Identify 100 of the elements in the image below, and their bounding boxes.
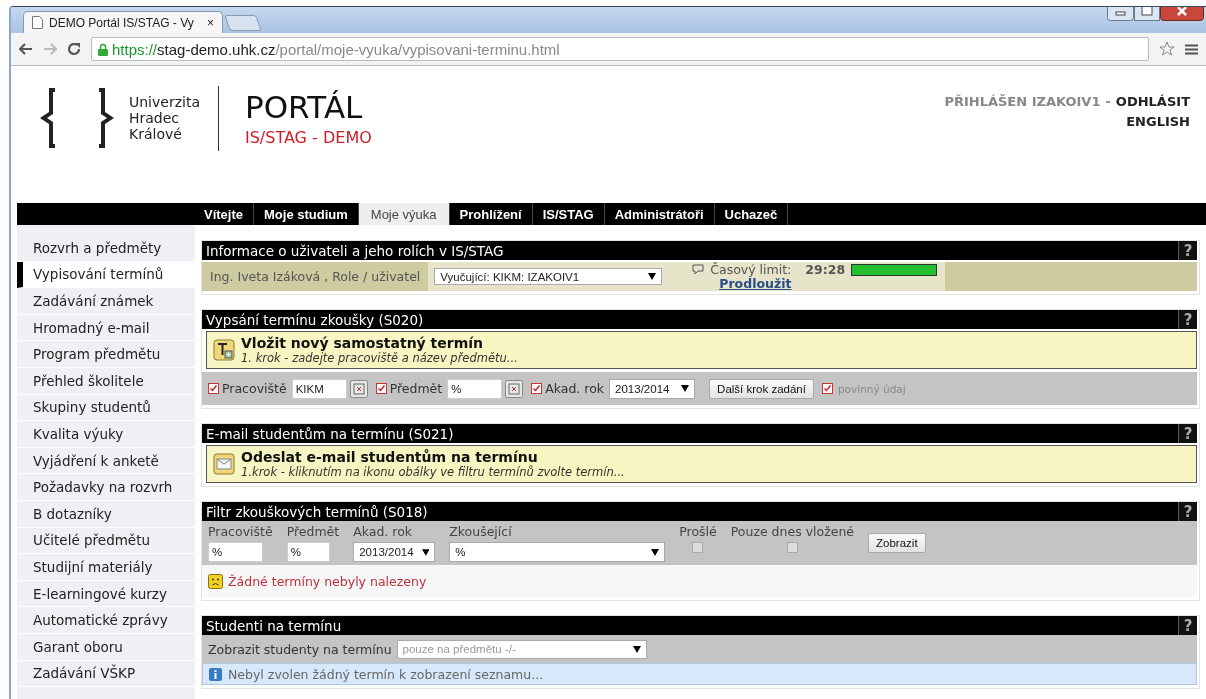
input-field[interactable]: KIKM bbox=[291, 378, 347, 399]
section-title: Vypsání termínu zkoušky (S020) bbox=[206, 311, 424, 328]
minimize-icon[interactable] bbox=[1107, 7, 1134, 21]
column-label: Pracoviště bbox=[208, 524, 273, 539]
help-button[interactable]: ? bbox=[1178, 502, 1197, 521]
sidebar-item[interactable]: Vypisování termínů bbox=[17, 261, 195, 289]
section-title: E-mail studentům na termínu (S021) bbox=[206, 425, 454, 442]
info-message: Nebyl zvolen žádný termín k zobrazení seznamu... bbox=[228, 666, 544, 682]
timer-value: 29:28 bbox=[805, 262, 846, 277]
portal-subtitle: IS/STAG - DEMO bbox=[245, 128, 372, 147]
extend-link[interactable]: Prodloužit bbox=[719, 276, 938, 291]
year-select[interactable]: 2013/2014 bbox=[353, 542, 436, 562]
nav-tab[interactable]: Moje studium bbox=[254, 203, 359, 225]
nav-tab[interactable]: Uchazeč bbox=[714, 203, 789, 225]
column-label: Pouze dnes vložené bbox=[730, 524, 855, 539]
field-label: Akad. rok bbox=[545, 381, 605, 396]
required-legend: povinný údaj bbox=[837, 382, 906, 395]
section-title: Informace o uživateli a jeho rolích v IS/STAG bbox=[206, 242, 504, 259]
close-tab-icon[interactable]: × bbox=[207, 15, 214, 30]
column-label: Akad. rok bbox=[353, 524, 414, 539]
page-icon bbox=[32, 16, 43, 29]
checkbox[interactable] bbox=[375, 383, 387, 394]
caret-icon bbox=[421, 548, 430, 556]
wizard-step: 1. krok - zadejte pracoviště a název předmětu... bbox=[241, 351, 518, 365]
star-icon[interactable] bbox=[1159, 41, 1175, 57]
year-select[interactable]: 2013/2014 bbox=[609, 378, 696, 399]
browser-tab[interactable]: DEMO Portál IS/STAG - Vy × bbox=[23, 11, 223, 33]
column-label: Prošlé bbox=[679, 524, 717, 539]
input-field[interactable]: % bbox=[208, 542, 263, 562]
column-label: Předmět bbox=[286, 524, 340, 539]
show-button[interactable]: Zobrazit bbox=[868, 533, 926, 553]
picker-icon[interactable] bbox=[349, 379, 368, 398]
sidebar-item[interactable]: Zadávání známek bbox=[17, 288, 195, 315]
sidebar-item[interactable]: Kvalita výuky bbox=[17, 421, 195, 448]
section-title: Studenti na termínu bbox=[206, 617, 342, 634]
nav-tab[interactable]: Prohlížení bbox=[449, 203, 533, 225]
field-label: Předmět bbox=[389, 381, 443, 396]
portal-title: PORTÁL bbox=[245, 90, 364, 124]
sidebar-item[interactable]: B dotazníky bbox=[17, 500, 195, 528]
sidebar-item[interactable]: Hromadný e-mail bbox=[17, 314, 195, 342]
sidebar-item[interactable]: Vyjádření k anketě bbox=[17, 447, 195, 475]
wizard-step: 1.krok - kliknutím na ikonu obálky ve filtru termínů zvolte termín... bbox=[241, 465, 625, 479]
lock-icon bbox=[98, 42, 108, 56]
nav-tab[interactable]: Moje výuka bbox=[358, 203, 450, 225]
sidebar-item[interactable]: Program předmětu bbox=[17, 341, 195, 368]
nav-tab[interactable]: Vítejte bbox=[194, 203, 254, 225]
close-icon[interactable] bbox=[1160, 7, 1204, 21]
role-select[interactable]: Vyučující: KIKM: IZAKOIV1 bbox=[434, 268, 663, 285]
reload-icon[interactable] bbox=[67, 42, 81, 56]
empty-message: Žádné termíny nebyly nalezeny bbox=[228, 573, 427, 589]
caret-icon bbox=[632, 645, 641, 653]
nav-tab[interactable]: Administrátoři bbox=[604, 203, 715, 225]
envelope-icon[interactable] bbox=[213, 453, 235, 475]
wizard-heading[interactable]: Odeslat e-mail studentům na termínu bbox=[241, 449, 625, 465]
speech-bubble-icon bbox=[692, 264, 705, 275]
caret-icon bbox=[651, 548, 660, 556]
checkbox[interactable] bbox=[786, 542, 798, 553]
select-label: Zobrazit studenty na termínu bbox=[208, 641, 392, 657]
field-label: Pracoviště bbox=[222, 381, 287, 396]
next-step-button[interactable]: Další krok zadání bbox=[709, 378, 814, 399]
sidebar-item[interactable]: Rozvrh a předměty bbox=[17, 235, 195, 262]
sidebar-item[interactable]: Garant oboru bbox=[17, 633, 195, 661]
caret-icon bbox=[681, 385, 690, 392]
sidebar-item[interactable]: Automatické zprávy bbox=[17, 607, 195, 634]
checkbox[interactable] bbox=[692, 542, 704, 553]
sidebar-item[interactable]: Přehled školitele bbox=[17, 367, 195, 395]
sidebar-item[interactable]: Skupiny studentů bbox=[17, 394, 195, 422]
sidebar-item[interactable]: Učitelé předmětu bbox=[17, 527, 195, 555]
university-name: Univerzita Hradec Králové bbox=[129, 94, 200, 142]
wizard-heading[interactable]: Vložit nový samostatný termín bbox=[241, 335, 518, 351]
input-field[interactable]: % bbox=[286, 542, 330, 562]
help-button[interactable]: ? bbox=[1178, 616, 1197, 635]
info-icon bbox=[209, 667, 222, 681]
sidebar-item[interactable]: Zadávání VŠKP bbox=[17, 660, 195, 688]
caret-icon bbox=[648, 273, 657, 280]
help-button[interactable]: ? bbox=[1178, 424, 1197, 443]
input-field[interactable]: % bbox=[447, 378, 503, 399]
help-button[interactable]: ? bbox=[1178, 310, 1197, 329]
timer-label: Časový limit: bbox=[710, 262, 792, 277]
checkbox[interactable] bbox=[821, 383, 833, 394]
sidebar-item[interactable]: Studijní materiály bbox=[17, 554, 195, 581]
sidebar-item[interactable]: Požadavky na rozvrh bbox=[17, 474, 195, 501]
menu-icon[interactable] bbox=[1185, 43, 1198, 55]
nav-tab[interactable]: IS/STAG bbox=[532, 203, 605, 225]
examiner-select[interactable]: % bbox=[449, 542, 666, 562]
sad-face-icon bbox=[208, 573, 223, 589]
language-link[interactable]: ENGLISH bbox=[944, 114, 1190, 129]
help-button[interactable]: ? bbox=[1178, 241, 1197, 260]
section-title: Filtr zkouškových termínů (S018) bbox=[206, 503, 428, 520]
login-status: PŘIHLÁŠEN IZAKOIV1 bbox=[944, 94, 1101, 109]
add-text-icon[interactable] bbox=[213, 339, 235, 361]
address-bar[interactable]: https://stag-demo.uhk.cz/portal/moje-vyuka/vypisovani-terminu.html bbox=[91, 37, 1149, 61]
checkbox[interactable] bbox=[208, 383, 219, 394]
logout-link[interactable]: ODHLÁSIT bbox=[1115, 94, 1190, 109]
checkbox[interactable] bbox=[531, 383, 543, 394]
maximize-icon[interactable] bbox=[1134, 7, 1160, 21]
sidebar-item[interactable]: E-learningové kurzy bbox=[17, 580, 195, 608]
user-name: Ing. Iveta Izáková , Role / uživatel bbox=[209, 269, 422, 284]
picker-icon[interactable] bbox=[505, 379, 524, 398]
back-icon[interactable] bbox=[19, 43, 33, 55]
